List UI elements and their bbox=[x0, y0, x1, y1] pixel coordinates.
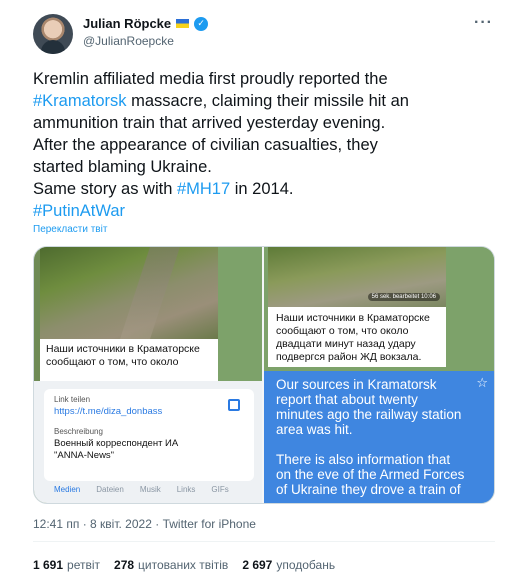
tab-gifs: GIFs bbox=[211, 485, 229, 494]
author-handle[interactable]: @JulianRoepcke bbox=[83, 34, 174, 48]
translate-tweet-link[interactable]: Перекласти твіт bbox=[33, 224, 107, 235]
tweet-source[interactable]: Twitter for iPhone bbox=[163, 517, 256, 531]
media-image-left[interactable]: Наши источники в Краматорске сообщают о … bbox=[34, 247, 262, 503]
author-name-row[interactable]: Julian Röpcke ✓ bbox=[83, 16, 209, 31]
tweet-text-line: Same story as with #MH17 in 2014. bbox=[33, 178, 503, 200]
likes-stat[interactable]: 2 697 уподобань bbox=[242, 558, 335, 572]
description-text: Военный корреспондент ИА "ANNA-News" bbox=[54, 438, 179, 461]
translation-line: Our sources in Kramatorsk bbox=[276, 377, 437, 392]
media-image-right[interactable]: 56 sek. bearbeitet 10:06 Наши источники … bbox=[264, 247, 494, 503]
hashtag-link[interactable]: #MH17 bbox=[177, 180, 230, 198]
translation-line: minutes ago the railway station bbox=[276, 407, 462, 422]
translation-line: area was hit. bbox=[276, 422, 353, 437]
tweet-stats: 1 691 ретвіт 278 цитованих твітів 2 697 упо… bbox=[33, 558, 335, 572]
text-segment: started blaming Ukraine. bbox=[33, 158, 212, 176]
translation-box: ☆ Our sources in Kramatorsk report that a… bbox=[264, 371, 494, 503]
divider bbox=[33, 541, 495, 542]
tweet-meta: 12:41 пп · 8 квіт. 2022 · Twitter for iP… bbox=[33, 517, 256, 531]
chat-background bbox=[446, 247, 494, 367]
tab-links: Links bbox=[176, 485, 196, 494]
display-name[interactable]: Julian Röpcke bbox=[83, 16, 171, 31]
translation-line: of Ukraine they drove a train of bbox=[276, 482, 461, 497]
qr-code-icon bbox=[228, 399, 240, 411]
translation-paragraph: There is also information that on the eve… bbox=[276, 452, 486, 497]
retweets-stat[interactable]: 1 691 ретвіт bbox=[33, 558, 100, 572]
tab-media: Medien bbox=[54, 485, 81, 494]
text-segment: After the appearance of civilian casualt… bbox=[33, 136, 378, 154]
verified-badge-icon: ✓ bbox=[194, 16, 209, 31]
link-url: https://t.me/diza_donbass bbox=[54, 406, 163, 417]
tweet-media[interactable]: Наши источники в Краматорске сообщают о … bbox=[33, 246, 495, 504]
translation-line: on the eve of the Armed Forces bbox=[276, 467, 465, 482]
photo-thumbnail bbox=[40, 247, 218, 339]
telegram-share-screen: Link teilen https://t.me/diza_donbass Be… bbox=[34, 381, 262, 503]
tweet-date[interactable]: 8 квіт. 2022 bbox=[90, 517, 152, 531]
tab-files: Dateien bbox=[96, 485, 124, 494]
link-card: Link teilen https://t.me/diza_donbass Be… bbox=[44, 389, 254, 481]
tweet: Julian Röpcke ✓ @JulianRoepcke ··· Kreml… bbox=[0, 0, 516, 584]
text-segment: Kremlin affiliated media first proudly r… bbox=[33, 70, 388, 88]
photo-thumbnail: 56 sek. bearbeitet 10:06 bbox=[268, 247, 446, 307]
translation-paragraph: Our sources in Kramatorsk report that abo… bbox=[276, 377, 486, 437]
text-segment: massacre, claiming their missile hit an bbox=[126, 92, 409, 110]
link-label: Link teilen bbox=[54, 395, 91, 404]
tweet-time[interactable]: 12:41 пп bbox=[33, 517, 79, 531]
tweet-text-line: ammunition train that arrived yesterday … bbox=[33, 112, 503, 134]
more-options-icon[interactable]: ··· bbox=[474, 14, 493, 32]
ukraine-flag-icon bbox=[176, 19, 190, 28]
text-segment: Same story as with bbox=[33, 180, 177, 198]
translation-line: report that about twenty bbox=[276, 392, 418, 407]
tweet-text-line: Kremlin affiliated media first proudly r… bbox=[33, 68, 503, 90]
hashtag-link[interactable]: #Kramatorsk bbox=[33, 92, 127, 110]
translation-line: There is also information that bbox=[276, 452, 451, 467]
tweet-text: Kremlin affiliated media first proudly r… bbox=[33, 68, 503, 222]
tweet-text-line: #Kramatorsk massacre, claiming their mis… bbox=[33, 90, 503, 112]
tweet-text-line: After the appearance of civilian casualt… bbox=[33, 134, 503, 156]
quote-tweets-stat[interactable]: 278 цитованих твітів bbox=[114, 558, 228, 572]
hashtag-link[interactable]: #PutinAtWar bbox=[33, 202, 125, 220]
photo-badge: 56 sek. bearbeitet 10:06 bbox=[367, 293, 440, 301]
text-segment: ammunition train that arrived yesterday … bbox=[33, 114, 386, 132]
tweet-text-line: started blaming Ukraine. bbox=[33, 156, 503, 178]
message-caption: Наши источники в Краматорске сообщают о … bbox=[40, 339, 218, 381]
chat-background bbox=[218, 247, 262, 381]
tweet-text-line: #PutinAtWar bbox=[33, 200, 503, 222]
message-caption: Наши источники в Краматорске сообщают о … bbox=[268, 307, 446, 367]
star-icon: ☆ bbox=[476, 375, 488, 390]
avatar[interactable] bbox=[33, 14, 73, 54]
text-segment: in 2014. bbox=[230, 180, 294, 198]
tab-music: Musik bbox=[139, 485, 161, 494]
meta-separator: · bbox=[82, 517, 91, 531]
media-tabs: Medien Dateien Musik Links GIFs bbox=[34, 485, 262, 503]
description-label: Beschreibung bbox=[54, 427, 103, 436]
meta-separator: · bbox=[155, 517, 163, 531]
